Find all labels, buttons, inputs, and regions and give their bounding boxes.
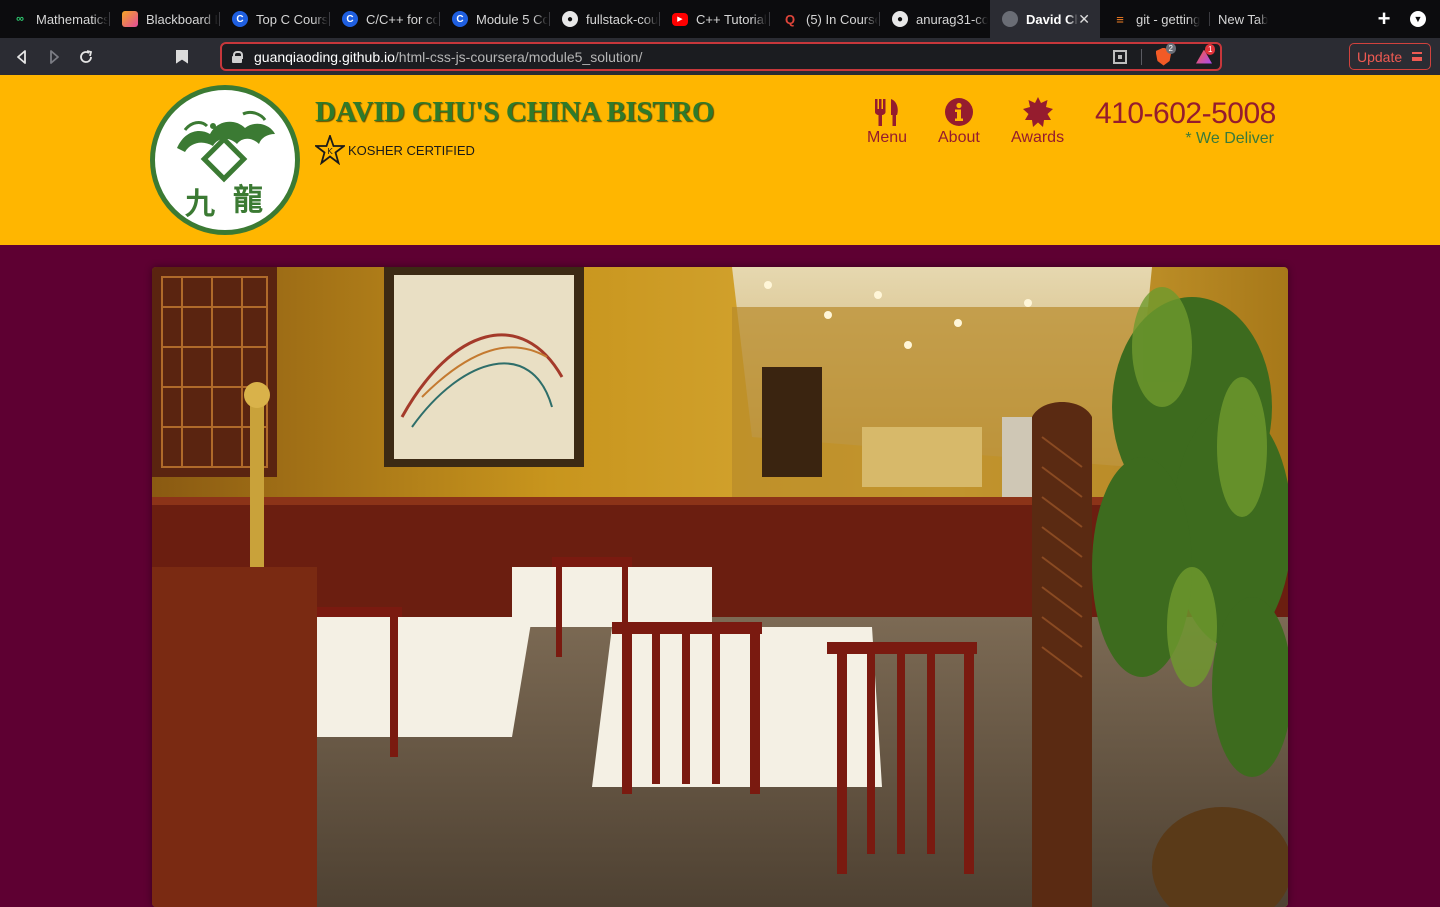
site-header: 九 龍 DAVID CHU'S CHINA BISTRO K KOSHER CE…: [0, 75, 1440, 245]
browser-tab[interactable]: C C/C++ for co: [330, 0, 440, 38]
close-tab-icon[interactable]: ✕: [1078, 11, 1090, 28]
nav-about-button[interactable]: About: [938, 97, 980, 147]
tab-title: git - getting: [1136, 11, 1201, 27]
restaurant-name[interactable]: DAVID CHU'S CHINA BISTRO: [315, 96, 714, 129]
forward-button[interactable]: [38, 41, 70, 73]
nav-menu-label: Menu: [867, 129, 908, 146]
logo-character: 龍: [233, 183, 263, 218]
dragon-logo-icon: 九 龍: [177, 110, 275, 222]
geeksforgeeks-icon: ∞: [16, 13, 24, 25]
back-button[interactable]: [6, 41, 38, 73]
brave-rewards-button[interactable]: 1: [1196, 43, 1216, 64]
tab-title: Module 5 Co: [476, 11, 548, 27]
browser-tab[interactable]: C Module 5 Co: [440, 0, 550, 38]
delivery-note: * We Deliver: [1185, 130, 1274, 147]
divider: [1140, 48, 1142, 65]
stackoverflow-icon: ≡: [1116, 11, 1124, 27]
blackboard-icon: [122, 11, 138, 27]
tab-title: C++ Tutorial: [696, 11, 767, 27]
phone-number-link[interactable]: 410-602-5008: [1095, 97, 1276, 131]
url-path: /html-css-js-coursera/module5_solution/: [394, 48, 643, 65]
lock-icon: [232, 50, 243, 63]
kosher-label: KOSHER CERTIFIED: [348, 142, 475, 158]
update-button[interactable]: Update: [1349, 43, 1431, 70]
coursera-icon: C: [232, 11, 248, 27]
quora-icon: Q: [784, 11, 796, 27]
globe-icon: [1002, 11, 1018, 27]
browser-tab-bar: ∞ Mathematics Blackboard L C Top C Cours…: [0, 0, 1440, 38]
restaurant-interior-photo: [152, 267, 1288, 907]
rewards-count-badge: 1: [1205, 43, 1216, 55]
browser-tab[interactable]: ▶ C++ Tutorial: [660, 0, 770, 38]
browser-tab[interactable]: ● fullstack-cou: [550, 0, 660, 38]
browser-tab[interactable]: ≡ git - getting: [1100, 0, 1210, 38]
nav-about-label: About: [938, 129, 980, 146]
dining-room-illustration: [152, 267, 1288, 907]
nav-menu-button[interactable]: Menu: [867, 97, 907, 147]
browser-tab[interactable]: Blackboard L: [110, 0, 220, 38]
svg-text:K: K: [327, 147, 333, 156]
coursera-icon: C: [342, 11, 358, 27]
new-tab-button[interactable]: +: [1372, 6, 1396, 32]
kosher-certification: K KOSHER CERTIFIED: [315, 135, 475, 165]
tab-title: (5) In Course: [806, 11, 878, 27]
browser-tab[interactable]: ● anurag31-co: [880, 0, 990, 38]
coursera-icon: C: [452, 11, 468, 27]
forward-arrow-icon: [50, 49, 59, 64]
browser-tab[interactable]: ∞ Mathematics: [0, 0, 110, 38]
browser-tab[interactable]: Q (5) In Course: [770, 0, 880, 38]
hamburger-menu-icon: [1412, 52, 1422, 61]
youtube-icon: ▶: [672, 12, 688, 26]
update-label: Update: [1357, 48, 1403, 65]
tab-title: Blackboard L: [146, 11, 218, 27]
logo-character: 九: [185, 187, 215, 222]
nav-awards-label: Awards: [1011, 129, 1065, 146]
info-icon: [944, 98, 973, 126]
reload-icon: [80, 49, 93, 63]
browser-tab[interactable]: C Top C Course: [220, 0, 330, 38]
tab-title: Top C Course: [256, 11, 328, 27]
github-icon: ●: [562, 11, 578, 27]
tab-title: New Tab: [1218, 11, 1269, 27]
qr-code-icon[interactable]: [1112, 49, 1127, 64]
url-host: guanqiaoding.github.io: [254, 48, 395, 65]
browser-tab-active[interactable]: David Ch ✕: [990, 0, 1100, 38]
shields-count-badge: 2: [1165, 43, 1176, 54]
address-bar[interactable]: guanqiaoding.github.io/html-css-js-cours…: [220, 42, 1222, 71]
nav-awards-button[interactable]: Awards: [1011, 97, 1064, 147]
tab-title: fullstack-cou: [586, 11, 658, 27]
browser-toolbar: guanqiaoding.github.io/html-css-js-cours…: [0, 38, 1440, 75]
github-icon: ●: [892, 11, 908, 27]
tab-list-dropdown-icon[interactable]: ▼: [1410, 11, 1426, 27]
reload-button[interactable]: [70, 41, 102, 73]
restaurant-logo[interactable]: 九 龍: [150, 85, 300, 235]
award-icon: [1022, 97, 1053, 127]
kosher-star-icon: K: [315, 135, 345, 165]
back-arrow-icon: [17, 49, 26, 64]
cutlery-icon: [875, 99, 898, 126]
tab-title: anurag31-co: [916, 11, 988, 27]
tab-title: David Ch: [1026, 11, 1078, 27]
browser-tab[interactable]: New Tab: [1210, 0, 1320, 38]
tab-title: C/C++ for co: [366, 11, 438, 27]
bookmark-icon[interactable]: [176, 49, 188, 64]
tab-title: Mathematics: [36, 11, 108, 27]
